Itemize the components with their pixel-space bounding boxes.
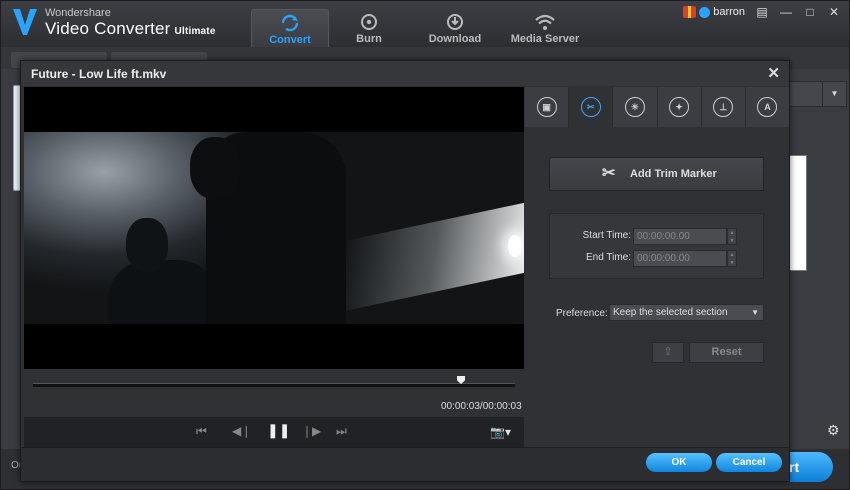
- tab-convert-label: Convert: [269, 34, 311, 46]
- export-button[interactable]: ⇧: [652, 342, 684, 363]
- trim-dialog: Future - Low Life ft.mkv ✕ 00:00:03/00:0…: [20, 60, 790, 482]
- tab-effect[interactable]: ✦: [658, 87, 702, 127]
- trim-time-panel: Start Time: 00:00:00.00 ▲ ▼ End Time: 00:…: [549, 213, 764, 279]
- cancel-button[interactable]: Cancel: [716, 453, 782, 472]
- dialog-title-bar: Future - Low Life ft.mkv ✕: [21, 61, 789, 86]
- dialog-close-icon[interactable]: ✕: [767, 64, 780, 82]
- download-icon: [447, 14, 463, 30]
- brand-product-name: Video Converter Ultimate: [45, 19, 216, 39]
- tab-download[interactable]: Download: [409, 9, 501, 47]
- window-controls: barron ▤ — □ ✕: [683, 5, 841, 19]
- start-time-row: Start Time: 00:00:00.00 ▲ ▼: [550, 228, 765, 246]
- export-icon: ⇧: [663, 346, 673, 358]
- figure-left-head: [126, 218, 168, 272]
- brand-edition: Ultimate: [174, 26, 216, 37]
- tab-burn[interactable]: Burn: [330, 9, 408, 47]
- end-time-label: End Time:: [585, 252, 631, 263]
- gift-icon[interactable]: [683, 6, 697, 18]
- time-readout: 00:00:03/00:00:03: [441, 401, 522, 412]
- end-time-field[interactable]: 00:00:00.00: [633, 250, 727, 267]
- tab-burn-label: Burn: [356, 33, 382, 45]
- ok-button[interactable]: OK: [646, 453, 712, 472]
- app-logo-icon: [13, 9, 37, 35]
- convert-icon: [281, 14, 299, 32]
- end-time-row: End Time: 00:00:00.00 ▲ ▼: [550, 250, 765, 268]
- brightness-icon: ☀: [624, 97, 645, 117]
- tab-subtitle[interactable]: A: [746, 87, 789, 127]
- light-source: [508, 235, 522, 257]
- video-effect-icon: ▣: [536, 97, 557, 117]
- step-back-icon[interactable]: ◀❘: [232, 424, 251, 438]
- add-trim-marker-label: Add Trim Marker: [630, 168, 717, 180]
- username: barron: [713, 6, 745, 18]
- title-bar: Wondershare Video Converter Ultimate Conv…: [1, 1, 849, 47]
- subtitle-icon: A: [757, 97, 778, 117]
- close-button[interactable]: ✕: [827, 5, 841, 19]
- magic-icon: ✦: [669, 97, 690, 117]
- seek-bar[interactable]: [33, 383, 515, 387]
- preference-select[interactable]: Keep the selected section ▼: [609, 304, 764, 321]
- output-preview: [789, 155, 807, 271]
- main-tabs: Convert Burn Download Media Server: [251, 9, 589, 47]
- figure-right-head: [190, 137, 240, 199]
- tab-media-server-label: Media Server: [510, 33, 580, 45]
- user-icon: [699, 6, 711, 18]
- maximize-button[interactable]: □: [803, 5, 817, 19]
- video-frame: [24, 132, 524, 324]
- feedback-icon[interactable]: ▤: [755, 5, 769, 19]
- brand-name: Video Converter: [45, 19, 171, 38]
- tab-video-effect[interactable]: ▣: [525, 87, 570, 127]
- brand-wondershare: Wondershare: [45, 7, 111, 19]
- figure-left: [108, 260, 218, 324]
- skip-back-icon[interactable]: ⏮: [196, 424, 207, 439]
- wifi-icon: [535, 14, 555, 30]
- chevron-down-icon[interactable]: ▼: [822, 82, 846, 106]
- tab-trim[interactable]: ✂: [569, 87, 614, 127]
- chevron-down-icon: ▼: [751, 308, 759, 317]
- watermark-icon: ⊥: [713, 97, 734, 117]
- tab-watermark[interactable]: ⊥: [702, 87, 746, 127]
- video-preview: [24, 87, 524, 369]
- minimize-button[interactable]: —: [779, 5, 793, 19]
- burn-icon: [361, 14, 377, 30]
- tab-convert[interactable]: Convert: [251, 9, 329, 47]
- pause-icon[interactable]: ❚❚: [267, 422, 290, 439]
- trim-icon: ✂: [580, 97, 601, 117]
- skip-forward-icon[interactable]: ⏭: [336, 424, 347, 439]
- tab-media-server[interactable]: Media Server: [502, 9, 588, 47]
- user-area[interactable]: barron: [683, 6, 745, 18]
- edit-tool-tabs: ▣ ✂ ☀ ✦ ⊥ A: [525, 87, 789, 127]
- step-forward-icon[interactable]: ❘▶: [302, 424, 321, 438]
- start-time-label: Start Time:: [582, 230, 631, 241]
- light-beam: [344, 202, 524, 312]
- end-time-stepper[interactable]: ▲ ▼: [727, 250, 737, 267]
- dialog-title: Future - Low Life ft.mkv: [31, 67, 167, 81]
- tab-brightness[interactable]: ☀: [613, 87, 658, 127]
- snapshot-camera-icon[interactable]: 📷▾: [490, 425, 511, 439]
- settings-gear-icon[interactable]: ⚙: [827, 422, 840, 439]
- playback-controls: ⏮ ◀❘ ❚❚ ❘▶ ⏭ 📷▾: [24, 417, 524, 447]
- reset-button[interactable]: Reset: [689, 342, 764, 363]
- scissors-icon: ✂: [602, 165, 616, 182]
- preference-value: Keep the selected section: [613, 307, 728, 318]
- add-trim-marker-button[interactable]: ✂ Add Trim Marker: [549, 157, 764, 191]
- tab-download-label: Download: [428, 33, 482, 45]
- output-format-dropdown[interactable]: ▼: [789, 81, 847, 107]
- start-time-field[interactable]: 00:00:00.00: [633, 228, 727, 245]
- start-time-stepper[interactable]: ▲ ▼: [727, 228, 737, 245]
- preference-label: Preference:: [556, 308, 608, 319]
